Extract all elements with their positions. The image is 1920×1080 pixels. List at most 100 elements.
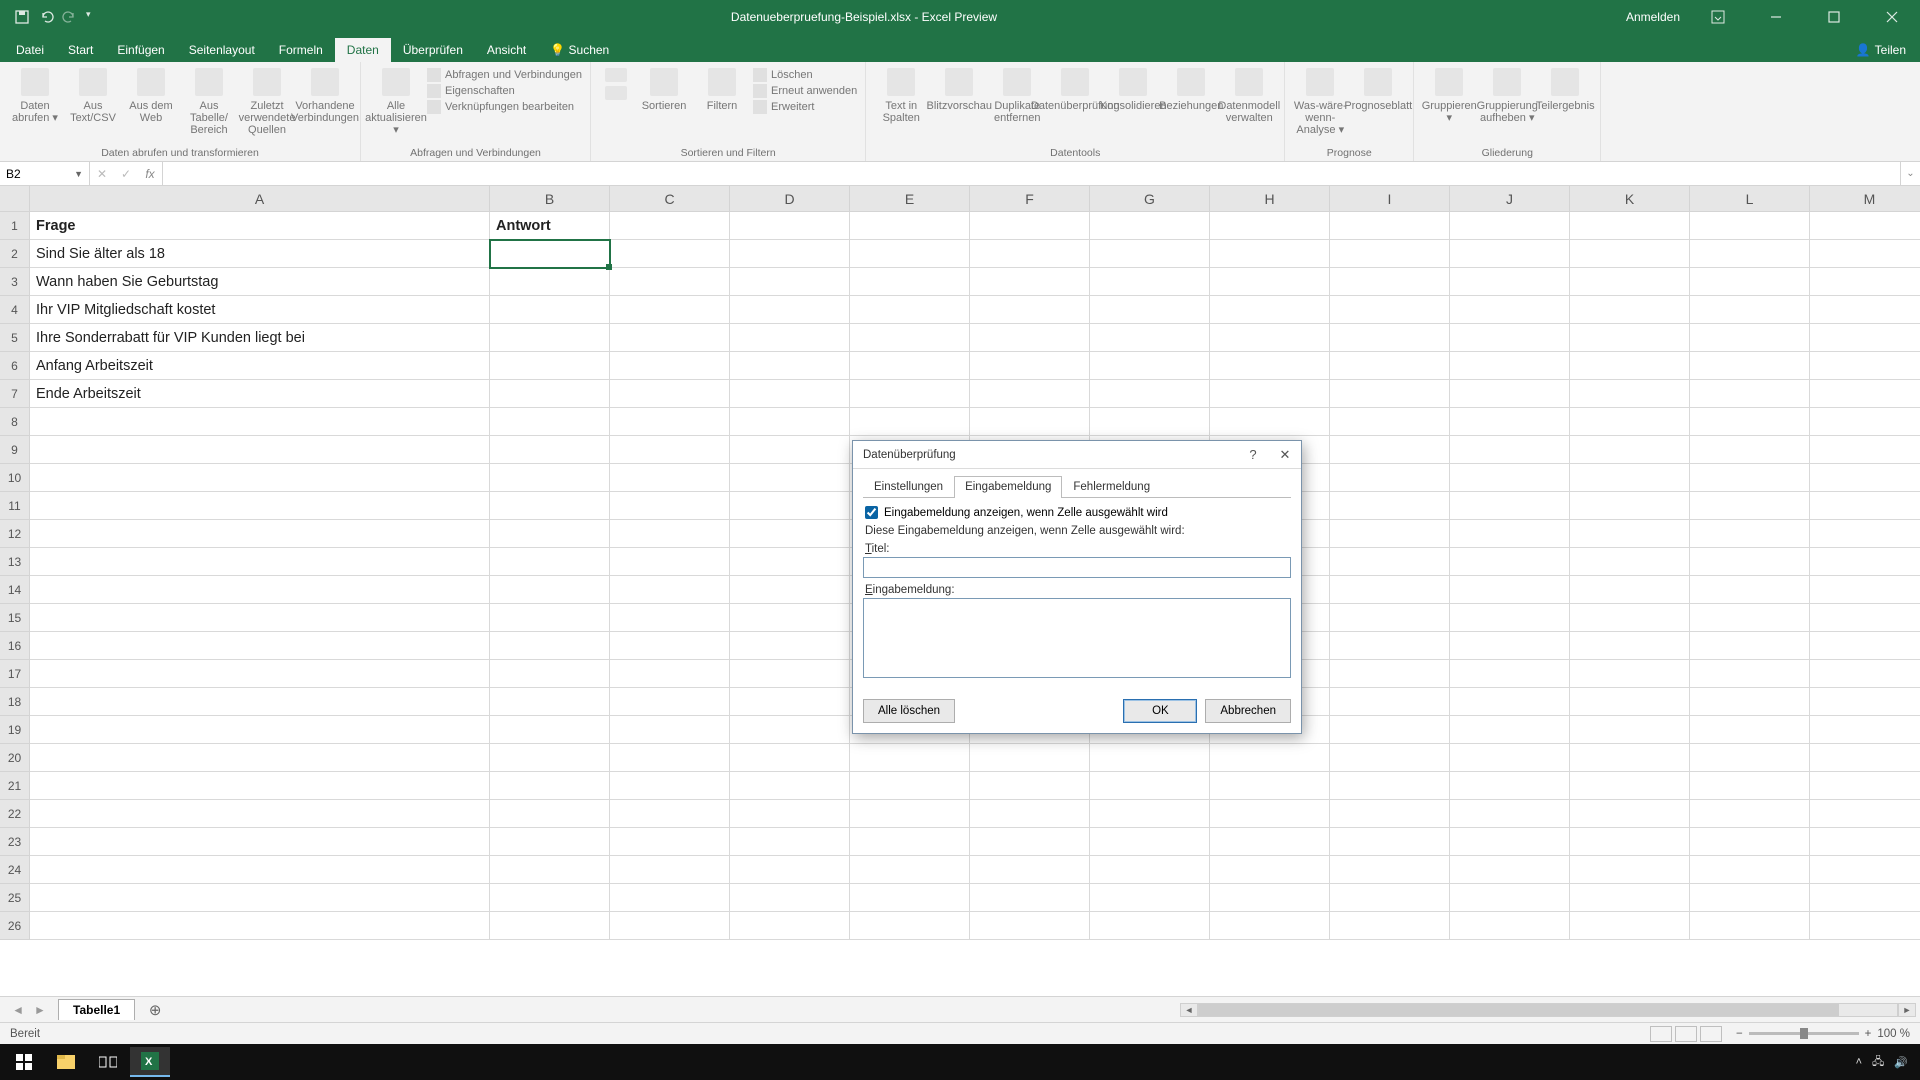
cell-J15[interactable]: [1450, 604, 1570, 632]
cell-M26[interactable]: [1810, 912, 1920, 940]
cell-C10[interactable]: [610, 464, 730, 492]
cell-M10[interactable]: [1810, 464, 1920, 492]
cell-I25[interactable]: [1330, 884, 1450, 912]
row-header-25[interactable]: 25: [0, 884, 30, 912]
clear-all-button[interactable]: Alle löschen: [863, 699, 955, 723]
cell-H5[interactable]: [1210, 324, 1330, 352]
cell-G7[interactable]: [1090, 380, 1210, 408]
cell-I12[interactable]: [1330, 520, 1450, 548]
cell-J5[interactable]: [1450, 324, 1570, 352]
cell-A8[interactable]: [30, 408, 490, 436]
add-sheet-icon[interactable]: ⊕: [141, 1001, 169, 1019]
cell-J2[interactable]: [1450, 240, 1570, 268]
cell-B26[interactable]: [490, 912, 610, 940]
cell-B12[interactable]: [490, 520, 610, 548]
cell-H2[interactable]: [1210, 240, 1330, 268]
ungroup-button[interactable]: Gruppierung aufheben ▾: [1480, 66, 1534, 124]
cell-B11[interactable]: [490, 492, 610, 520]
row-header-3[interactable]: 3: [0, 268, 30, 296]
cell-K13[interactable]: [1570, 548, 1690, 576]
cell-J11[interactable]: [1450, 492, 1570, 520]
data-validation-button[interactable]: Datenüberprüfung: [1048, 66, 1102, 112]
cell-G24[interactable]: [1090, 856, 1210, 884]
cell-A1[interactable]: Frage: [30, 212, 490, 240]
cell-K10[interactable]: [1570, 464, 1690, 492]
cell-C15[interactable]: [610, 604, 730, 632]
col-header-L[interactable]: L: [1690, 186, 1810, 212]
data-model-button[interactable]: Datenmodell verwalten: [1222, 66, 1276, 124]
cell-L23[interactable]: [1690, 828, 1810, 856]
cell-J9[interactable]: [1450, 436, 1570, 464]
hscrollbar[interactable]: [1198, 1003, 1898, 1017]
row-header-13[interactable]: 13: [0, 548, 30, 576]
cell-I8[interactable]: [1330, 408, 1450, 436]
cell-E23[interactable]: [850, 828, 970, 856]
zoom-out-icon[interactable]: −: [1736, 1028, 1743, 1040]
cell-J19[interactable]: [1450, 716, 1570, 744]
cell-A11[interactable]: [30, 492, 490, 520]
row-header-2[interactable]: 2: [0, 240, 30, 268]
page-break-view-icon[interactable]: [1700, 1026, 1722, 1042]
cell-E7[interactable]: [850, 380, 970, 408]
cell-B7[interactable]: [490, 380, 610, 408]
qat-customize-icon[interactable]: ▾: [86, 9, 102, 25]
what-if-button[interactable]: Was-wäre-wenn- Analyse ▾: [1293, 66, 1347, 136]
edit-links-button[interactable]: Verknüpfungen bearbeiten: [427, 100, 582, 114]
cell-M9[interactable]: [1810, 436, 1920, 464]
cell-G21[interactable]: [1090, 772, 1210, 800]
cell-D23[interactable]: [730, 828, 850, 856]
cell-B25[interactable]: [490, 884, 610, 912]
col-header-G[interactable]: G: [1090, 186, 1210, 212]
cell-I22[interactable]: [1330, 800, 1450, 828]
tell-me-search[interactable]: 💡 Suchen: [538, 38, 621, 62]
cell-H1[interactable]: [1210, 212, 1330, 240]
cell-H6[interactable]: [1210, 352, 1330, 380]
row-header-5[interactable]: 5: [0, 324, 30, 352]
cell-M24[interactable]: [1810, 856, 1920, 884]
sheet-tab[interactable]: Tabelle1: [58, 999, 135, 1020]
subtotal-button[interactable]: Teilergebnis: [1538, 66, 1592, 112]
cell-B8[interactable]: [490, 408, 610, 436]
cell-F1[interactable]: [970, 212, 1090, 240]
cell-B14[interactable]: [490, 576, 610, 604]
cell-I2[interactable]: [1330, 240, 1450, 268]
row-header-9[interactable]: 9: [0, 436, 30, 464]
cell-K21[interactable]: [1570, 772, 1690, 800]
cell-B3[interactable]: [490, 268, 610, 296]
cell-K8[interactable]: [1570, 408, 1690, 436]
cell-K3[interactable]: [1570, 268, 1690, 296]
cell-I17[interactable]: [1330, 660, 1450, 688]
cell-H21[interactable]: [1210, 772, 1330, 800]
enter-formula-icon[interactable]: ✓: [114, 167, 138, 181]
relationships-button[interactable]: Beziehungen: [1164, 66, 1218, 112]
forecast-sheet-button[interactable]: Prognoseblatt: [1351, 66, 1405, 112]
cell-L15[interactable]: [1690, 604, 1810, 632]
cell-C5[interactable]: [610, 324, 730, 352]
cell-M20[interactable]: [1810, 744, 1920, 772]
cell-C26[interactable]: [610, 912, 730, 940]
row-header-12[interactable]: 12: [0, 520, 30, 548]
cell-F25[interactable]: [970, 884, 1090, 912]
cell-M11[interactable]: [1810, 492, 1920, 520]
row-header-11[interactable]: 11: [0, 492, 30, 520]
cell-B5[interactable]: [490, 324, 610, 352]
cell-I19[interactable]: [1330, 716, 1450, 744]
cell-K17[interactable]: [1570, 660, 1690, 688]
cell-I3[interactable]: [1330, 268, 1450, 296]
prev-sheet-icon[interactable]: ◄: [12, 1003, 24, 1017]
cell-E2[interactable]: [850, 240, 970, 268]
cell-G2[interactable]: [1090, 240, 1210, 268]
cell-A14[interactable]: [30, 576, 490, 604]
cell-K6[interactable]: [1570, 352, 1690, 380]
cell-F23[interactable]: [970, 828, 1090, 856]
cell-L25[interactable]: [1690, 884, 1810, 912]
cell-A20[interactable]: [30, 744, 490, 772]
cell-D3[interactable]: [730, 268, 850, 296]
cell-M15[interactable]: [1810, 604, 1920, 632]
cell-K20[interactable]: [1570, 744, 1690, 772]
cell-M16[interactable]: [1810, 632, 1920, 660]
task-view-icon[interactable]: [88, 1047, 128, 1077]
cell-A12[interactable]: [30, 520, 490, 548]
cell-C12[interactable]: [610, 520, 730, 548]
tab-ueberpruefen[interactable]: Überprüfen: [391, 38, 475, 62]
